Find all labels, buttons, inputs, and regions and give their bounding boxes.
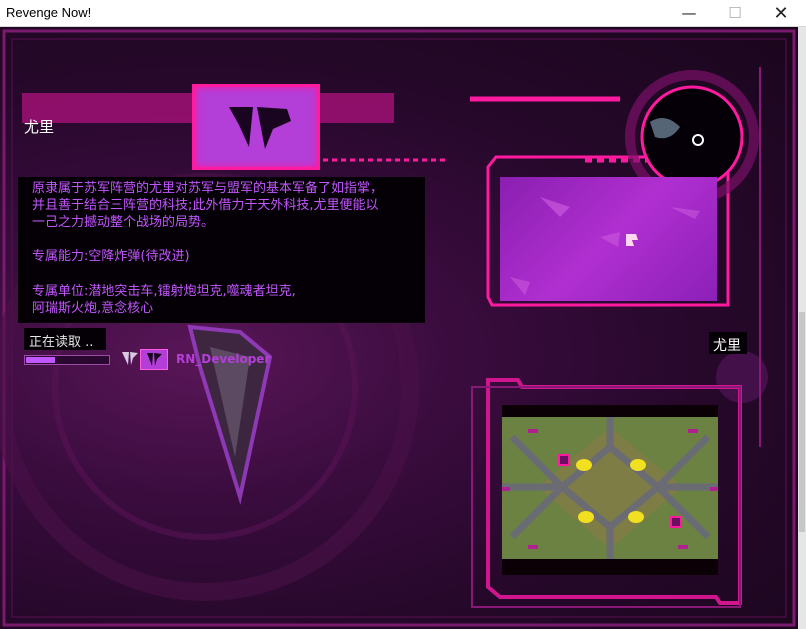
start-position-marker[interactable] <box>558 454 570 466</box>
scroll-thumb[interactable] <box>799 312 805 532</box>
faction-units: 专属单位:潜地突击车,镭射炮坦克,噬魂者坦克, 阿瑞斯火炮,意念核心 <box>32 284 296 316</box>
player-faction-icon <box>122 352 138 365</box>
faction-name-header: 尤里 <box>24 118 55 136</box>
loading-progress-fill <box>26 357 55 363</box>
yuri-faction-emblem <box>192 84 320 170</box>
emblem-left <box>229 107 253 147</box>
start-position-marker[interactable] <box>670 516 682 528</box>
faction-name-tag: 尤里 <box>709 332 747 354</box>
loading-progress-bar <box>24 355 110 365</box>
cursor-marker-icon <box>626 234 638 246</box>
minimap[interactable] <box>502 417 718 559</box>
maximize-button[interactable]: ☐ <box>712 0 758 26</box>
map-preview-panel <box>500 177 717 301</box>
player-faction-badge <box>140 349 168 370</box>
player-name: RN_Developer <box>176 352 271 366</box>
loading-screen: 尤里 原隶属于苏军阵营的尤里对苏军与盟军的基本军备了如指掌， 并且善于结合三阵营… <box>0 27 798 629</box>
minimize-button[interactable]: — <box>666 0 712 26</box>
loading-status: 正在读取 .. <box>24 328 106 350</box>
close-button[interactable]: ✕ <box>758 0 804 26</box>
loading-text: 正在读取 .. <box>29 335 94 350</box>
game-window: Revenge Now! — ☐ ✕ 尤里 原隶属于苏军阵营的尤里对苏军与盟军的… <box>0 0 806 629</box>
title-bar[interactable]: Revenge Now! — ☐ ✕ <box>0 0 806 27</box>
vertical-scrollbar[interactable] <box>798 27 806 629</box>
faction-ability: 专属能力:空降炸弹(待改进) <box>32 249 190 264</box>
faction-description-box: 原隶属于苏军阵营的尤里对苏军与盟军的基本军备了如指掌， 并且善于结合三阵营的科技… <box>18 177 425 323</box>
faction-name-label: 尤里 <box>713 338 741 354</box>
window-title: Revenge Now! <box>6 5 92 20</box>
faction-description: 原隶属于苏军阵营的尤里对苏军与盟军的基本军备了如指掌， 并且善于结合三阵营的科技… <box>32 181 384 230</box>
emblem-right <box>257 107 291 149</box>
